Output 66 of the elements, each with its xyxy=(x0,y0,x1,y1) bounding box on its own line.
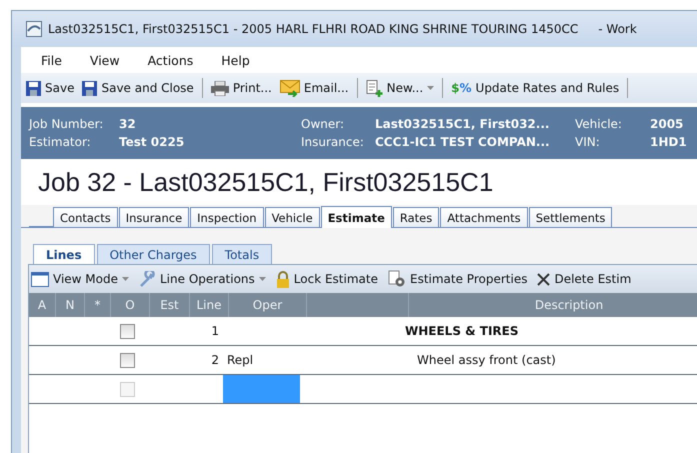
table-row[interactable]: 1 WHEELS & TIRES xyxy=(29,317,697,346)
wrench-icon xyxy=(139,270,156,288)
dropdown-caret-icon xyxy=(427,86,434,90)
tab[interactable]: Attachments xyxy=(440,207,528,227)
envelope-icon xyxy=(280,80,300,96)
app-icon xyxy=(26,21,42,37)
toolbar-button[interactable]: Estimate Properties xyxy=(386,270,530,288)
table-row[interactable] xyxy=(29,375,697,404)
info-value: 1HD1 xyxy=(650,135,687,149)
table-row[interactable]: 2 Repl Wheel assy front (cast) xyxy=(29,346,697,375)
tab[interactable]: Other Charges xyxy=(96,244,210,264)
table-cell-text: WHEELS & TIRES xyxy=(404,324,519,338)
tab[interactable]: Vehicle xyxy=(264,207,320,227)
toolbar-button[interactable]: Lock Estimate xyxy=(274,270,380,288)
new-document-icon xyxy=(366,80,383,96)
tab[interactable]: Lines xyxy=(33,244,95,264)
table-cell[interactable] xyxy=(223,375,300,403)
info-value: 2005 xyxy=(650,117,684,131)
tab[interactable]: Contacts xyxy=(53,207,118,227)
menu-item[interactable]: Actions xyxy=(148,52,194,68)
checkbox[interactable] xyxy=(120,352,134,368)
info-label: Owner: xyxy=(301,117,346,131)
checkbox[interactable] xyxy=(120,324,134,338)
table-cell: 1 xyxy=(211,324,219,338)
tab[interactable]: Insurance xyxy=(118,207,190,227)
info-value: Test 0225 xyxy=(119,135,186,149)
window-title: Last032515C1, First032515C1 - 2005 HARL FLHRI ROAD KING SHRINE TOURING 1450CC xyxy=(48,22,578,36)
table-cell-text: Wheel assy front (cast) xyxy=(416,353,556,367)
close-icon xyxy=(537,272,550,286)
tab[interactable]: Totals xyxy=(212,244,272,264)
toolbar-button[interactable]: Print... xyxy=(208,80,274,96)
window-title-suffix: - Work xyxy=(598,22,637,36)
printer-icon xyxy=(210,80,229,96)
toolbar-button[interactable]: Save and Close xyxy=(80,80,196,96)
tab[interactable]: Inspection xyxy=(190,207,264,227)
toolbar-button[interactable]: Delete Estim xyxy=(535,272,634,286)
tab[interactable]: Estimate xyxy=(320,206,392,228)
info-label: Insurance: xyxy=(301,135,365,149)
info-label: Job Number: xyxy=(29,117,104,131)
toolbar-button[interactable]: Save xyxy=(24,80,76,96)
window-icon xyxy=(31,272,49,286)
table-cell[interactable]: Repl xyxy=(223,346,300,374)
dropdown-caret-icon xyxy=(122,277,129,281)
menu-item[interactable]: Help xyxy=(221,52,250,68)
checkbox[interactable] xyxy=(120,382,134,396)
padlock-icon xyxy=(276,270,290,288)
table-cell: 2 xyxy=(211,353,219,367)
menu-item[interactable]: File xyxy=(41,52,62,68)
info-label: Vehicle: xyxy=(575,117,623,131)
info-label: VIN: xyxy=(575,135,601,149)
document-gear-icon xyxy=(388,270,406,288)
tab[interactable]: Settlements xyxy=(528,207,612,227)
toolbar-button[interactable]: New... xyxy=(364,80,436,96)
toolbar-button[interactable]: Email... xyxy=(278,80,351,96)
job-heading: Job 32 - Last032515C1, First032515C1 xyxy=(37,166,494,198)
info-value: CCC1-IC1 TEST COMPAN... xyxy=(375,135,551,149)
dropdown-caret-icon xyxy=(258,277,266,281)
toolbar-button[interactable]: $% Update Rates and Rules xyxy=(449,81,622,95)
dollar-percent-icon: $% xyxy=(451,81,472,95)
tab[interactable]: Rates xyxy=(392,207,440,227)
info-value: 32 xyxy=(119,117,137,131)
toolbar-button[interactable]: Line Operations xyxy=(137,270,268,288)
info-label: Estimator: xyxy=(29,135,92,149)
info-value: Last032515C1, First032... xyxy=(375,117,550,131)
toolbar-button[interactable]: View Mode xyxy=(29,272,131,286)
menu-item[interactable]: View xyxy=(90,52,120,68)
